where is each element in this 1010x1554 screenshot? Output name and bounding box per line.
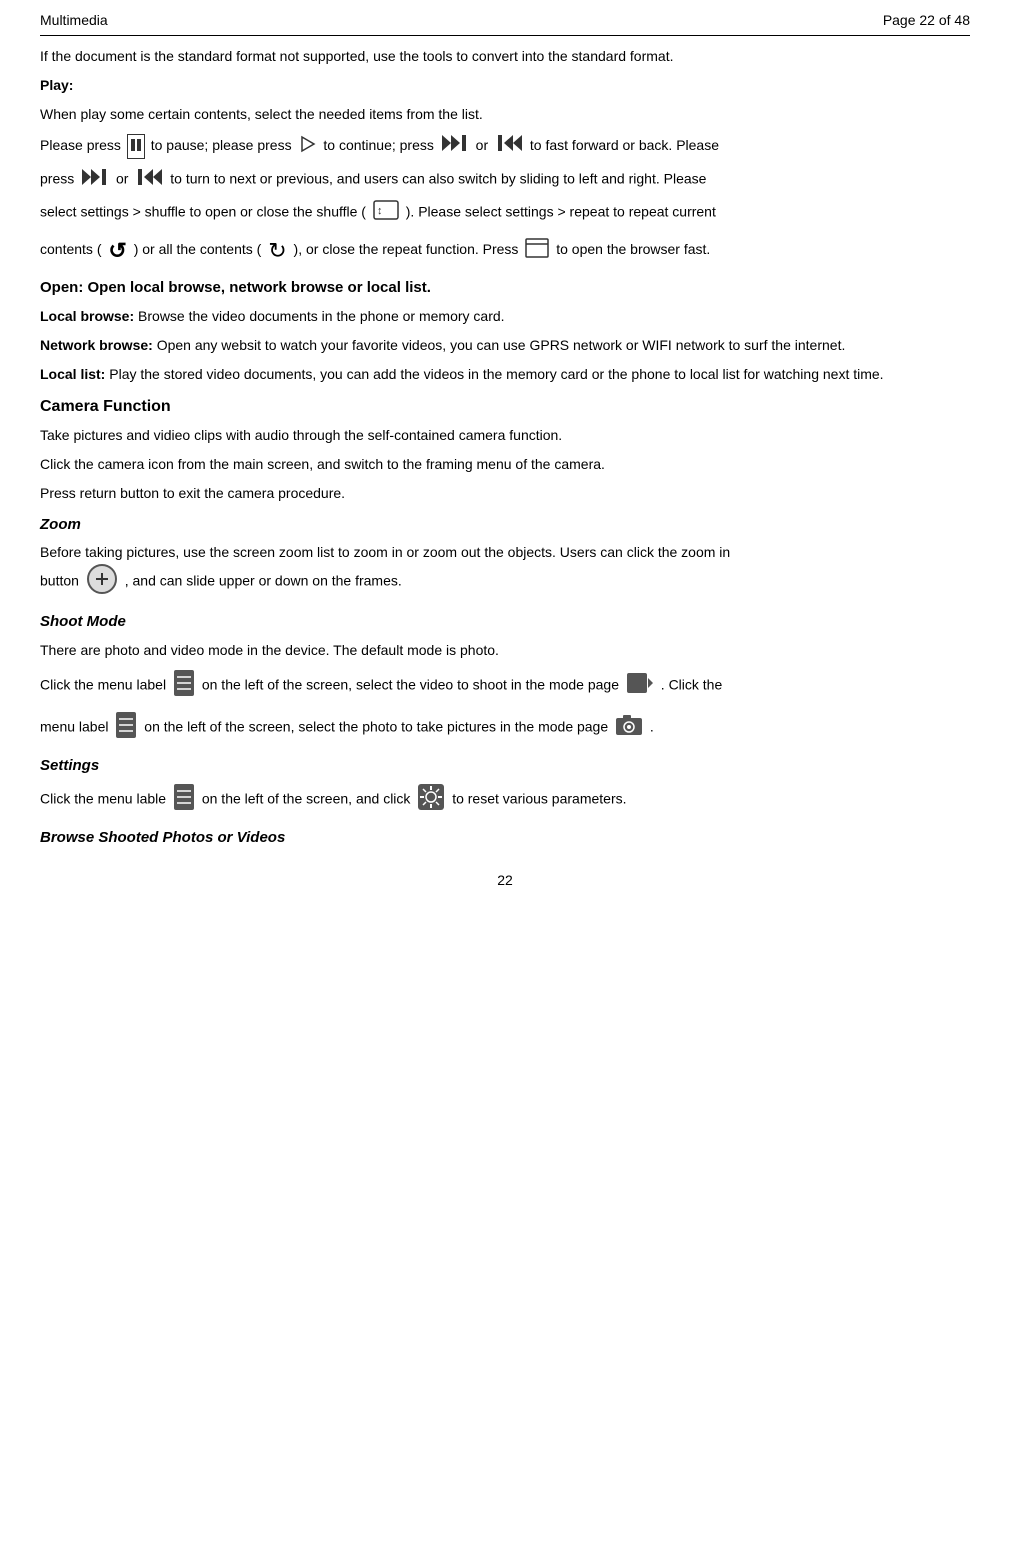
play-section: Play: When play some certain contents, s…	[40, 75, 970, 267]
shoot-section: Shoot Mode There are photo and video mod…	[40, 611, 970, 745]
menu-label-icon-1	[173, 669, 195, 703]
shoot-para2-text3: . Click the	[661, 676, 722, 692]
shoot-heading: Shoot Mode	[40, 611, 970, 634]
zoom-button-label: button	[40, 573, 83, 589]
prev-icon	[135, 168, 163, 192]
play-para5-text4: to open the browser fast.	[556, 241, 710, 257]
shuffle-icon: ↕	[373, 200, 399, 226]
play-para2-or: or	[476, 137, 492, 153]
camera-heading: Camera Function	[40, 395, 970, 419]
video-mode-icon	[626, 672, 654, 700]
zoom-heading: Zoom	[40, 514, 970, 537]
browser-icon	[525, 238, 549, 264]
play-para2-text3: to continue; press	[323, 137, 434, 153]
header-page-info: Page 22 of 48	[883, 10, 970, 31]
camera-para2: Click the camera icon from the main scre…	[40, 454, 970, 475]
play-para3: press or to turn to next or previous, an…	[40, 168, 970, 192]
repeat-one-icon: ↺	[108, 234, 126, 267]
shoot-para2-text1: Click the menu label	[40, 676, 166, 692]
play-para3-text2: to turn to next or previous, and users c…	[170, 171, 706, 187]
settings-text2: on the left of the screen, and click	[202, 791, 411, 807]
play-para3-or: or	[116, 171, 132, 187]
browse-section: Browse Shooted Photos or Videos	[40, 827, 970, 850]
rewind-icon	[495, 133, 523, 160]
play-para5-text3: ), or close the repeat function. Press	[294, 241, 519, 257]
play-para4-text2: ). Please select settings > repeat to re…	[406, 204, 716, 220]
play-para2: Please press to pause; please press to c…	[40, 133, 970, 160]
local-list-text: Play the stored video documents, you can…	[109, 366, 883, 382]
camera-para3: Press return button to exit the camera p…	[40, 483, 970, 504]
gear-icon	[417, 783, 445, 817]
network-browse-para: Network browse: Open any websit to watch…	[40, 335, 970, 356]
local-list-label: Local list:	[40, 366, 105, 382]
shoot-para2-text2: on the left of the screen, select the vi…	[202, 676, 619, 692]
browse-heading: Browse Shooted Photos or Videos	[40, 827, 970, 850]
local-browse-text: Browse the video documents in the phone …	[138, 308, 505, 324]
open-section: Open: Open local browse, network browse …	[40, 277, 970, 385]
play-icon	[298, 135, 316, 159]
zoom-text2: , and can slide upper or down on the fra…	[125, 573, 402, 589]
repeat-all-icon: ↻	[268, 234, 286, 267]
pause-icon	[127, 134, 145, 159]
play-para5-text1: contents (	[40, 241, 101, 257]
local-browse-label: Local browse:	[40, 308, 134, 324]
local-list-para: Local list: Play the stored video docume…	[40, 364, 970, 385]
svg-text:↕: ↕	[377, 205, 383, 217]
network-browse-label: Network browse:	[40, 337, 153, 353]
settings-menu-icon	[173, 783, 195, 817]
shoot-para2: Click the menu label on the left of the …	[40, 669, 970, 703]
local-browse-para: Local browse: Browse the video documents…	[40, 306, 970, 327]
camera-para1: Take pictures and vidieo clips with audi…	[40, 425, 970, 446]
play-para4-text1: select settings > shuffle to open or clo…	[40, 204, 366, 220]
network-browse-text: Open any websit to watch your favorite v…	[157, 337, 846, 353]
open-heading: Open: Open local browse, network browse …	[40, 277, 970, 300]
intro-paragraph: If the document is the standard format n…	[40, 46, 970, 67]
settings-section: Settings Click the menu lable on the lef…	[40, 755, 970, 818]
shoot-para1: There are photo and video mode in the de…	[40, 640, 970, 661]
fast-forward-icon	[441, 133, 469, 160]
zoom-section: Zoom Before taking pictures, use the scr…	[40, 514, 970, 602]
menu-label-icon-2	[115, 711, 137, 745]
page-number: 22	[40, 870, 970, 891]
shoot-para3-text3: .	[650, 718, 654, 734]
play-para2-text2: to pause; please press	[151, 137, 292, 153]
page-header: Multimedia Page 22 of 48	[40, 10, 970, 36]
settings-heading: Settings	[40, 755, 970, 778]
shoot-para3: menu label on the left of the screen, se…	[40, 711, 970, 745]
camera-section: Camera Function Take pictures and vidieo…	[40, 395, 970, 504]
play-heading: Play:	[40, 75, 970, 96]
settings-text1: Click the menu lable	[40, 791, 166, 807]
header-title: Multimedia	[40, 10, 108, 31]
play-para1: When play some certain contents, select …	[40, 104, 970, 125]
play-para2-text4: to fast forward or back. Please	[530, 137, 719, 153]
zoom-para: Before taking pictures, use the screen z…	[40, 542, 970, 601]
play-para2-text1: Please press	[40, 137, 121, 153]
zoom-button-icon	[86, 563, 118, 601]
play-para3-text1: press	[40, 171, 74, 187]
zoom-text1: Before taking pictures, use the screen z…	[40, 544, 730, 560]
play-para4: select settings > shuffle to open or clo…	[40, 200, 970, 226]
play-para5-text2: ) or all the contents (	[134, 241, 262, 257]
camera-mode-icon	[615, 714, 643, 742]
next-icon	[81, 168, 109, 192]
play-para5: contents ( ↺ ) or all the contents ( ↻ )…	[40, 234, 970, 267]
shoot-para3-text1: menu label	[40, 718, 109, 734]
settings-para: Click the menu lable on the left of the …	[40, 783, 970, 817]
shoot-para3-text2: on the left of the screen, select the ph…	[144, 718, 608, 734]
settings-text3: to reset various parameters.	[452, 791, 626, 807]
